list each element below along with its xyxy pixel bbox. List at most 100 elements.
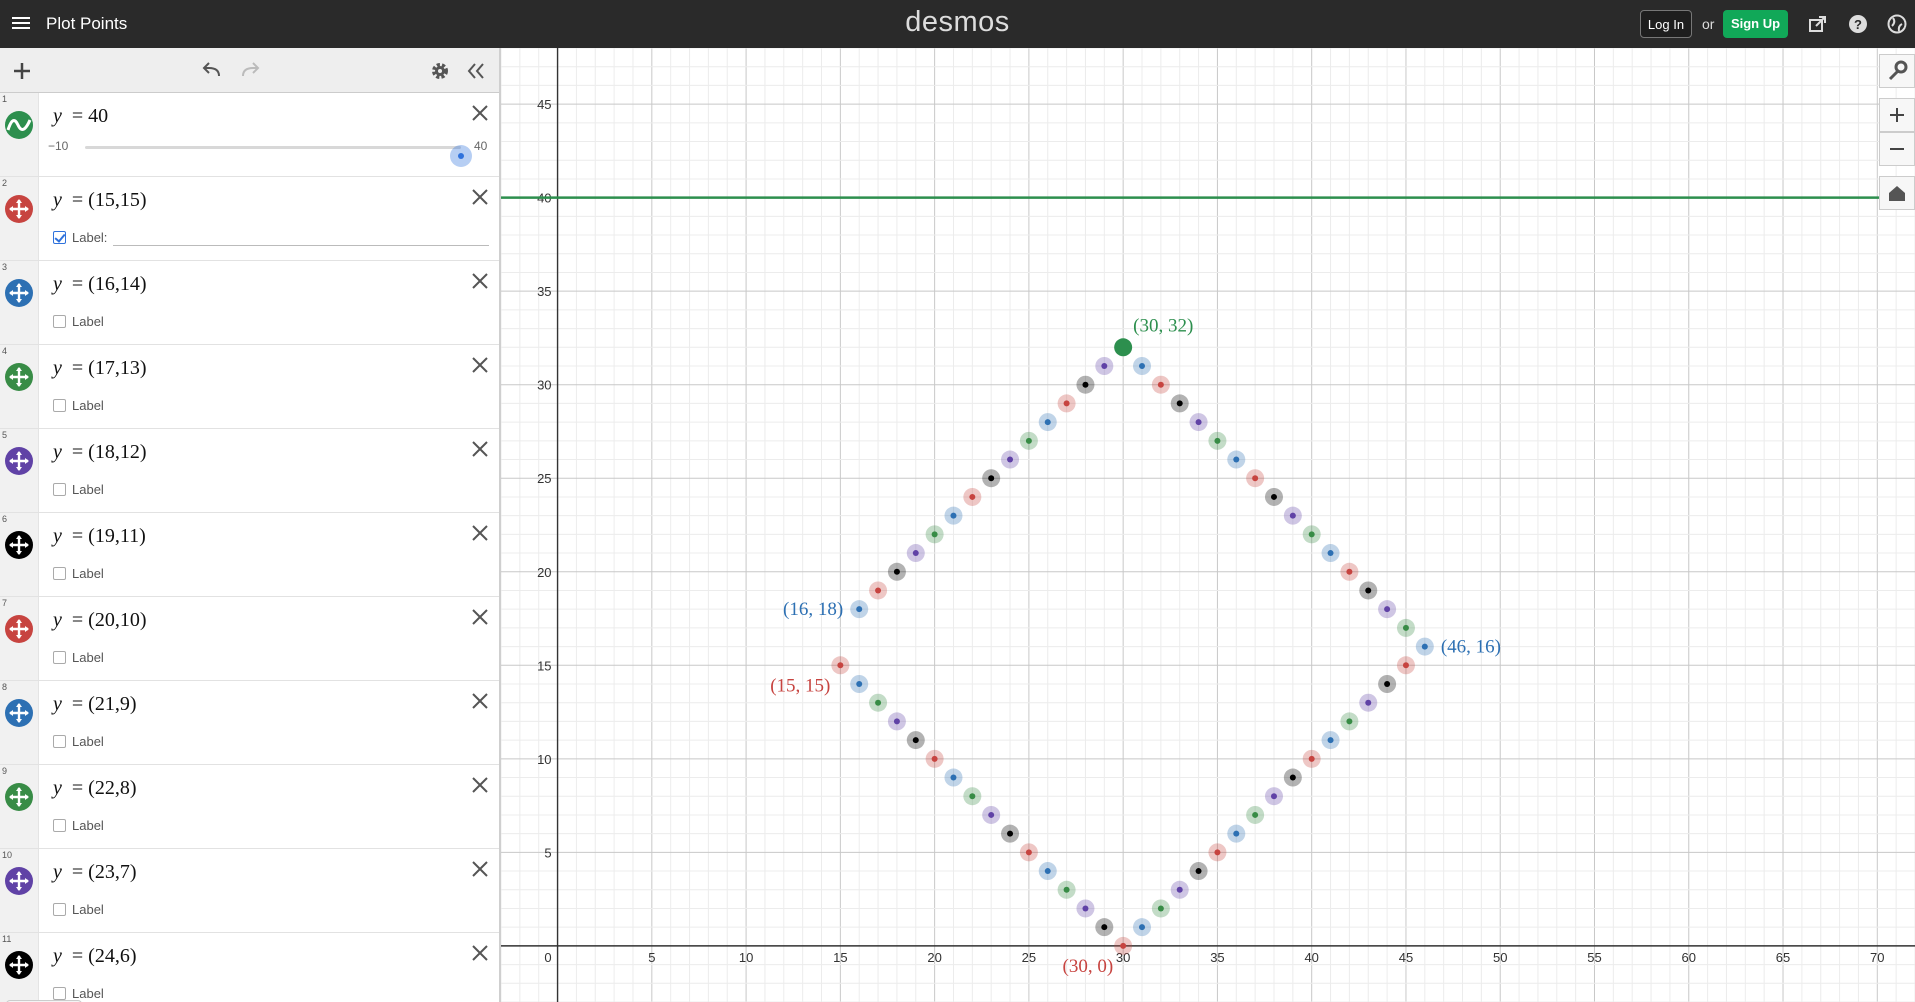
delete-expression-icon[interactable] bbox=[470, 355, 490, 375]
expression-row[interactable]: 6 y = (19,11) Label bbox=[0, 513, 499, 597]
label-toggle[interactable]: Label bbox=[53, 816, 104, 834]
expression-input[interactable]: y = (16,14) bbox=[53, 273, 147, 296]
point-visibility-icon[interactable] bbox=[4, 530, 34, 560]
label-checkbox[interactable] bbox=[53, 314, 66, 328]
delete-expression-icon[interactable] bbox=[470, 439, 490, 459]
label-checkbox[interactable] bbox=[53, 734, 66, 748]
expression-number: 9 bbox=[2, 766, 8, 776]
signup-button[interactable]: Sign Up bbox=[1723, 10, 1788, 38]
settings-gear-icon[interactable] bbox=[427, 58, 453, 84]
graph-settings-wrench-icon[interactable] bbox=[1879, 54, 1915, 88]
add-item-icon[interactable] bbox=[9, 58, 35, 84]
expression-input[interactable]: y = (21,9) bbox=[53, 693, 137, 716]
expression-input[interactable]: y = (19,11) bbox=[53, 525, 146, 548]
expression-row[interactable]: 5 y = (18,12) Label bbox=[0, 429, 499, 513]
expression-row[interactable]: 10 y = (23,7) Label bbox=[0, 849, 499, 933]
delete-expression-icon[interactable] bbox=[470, 103, 490, 123]
label-toggle[interactable]: Label bbox=[53, 564, 104, 582]
delete-expression-icon[interactable] bbox=[470, 691, 490, 711]
expression-row[interactable]: 9 y = (22,8) Label bbox=[0, 765, 499, 849]
point bbox=[1139, 363, 1146, 369]
graph-canvas[interactable]: 5 10 15 20 25 30 35 40 45 50 55 60 65 705101520253035… bbox=[501, 48, 1915, 1002]
delete-expression-icon[interactable] bbox=[470, 943, 490, 963]
x-tick-label: 25 bbox=[1022, 950, 1036, 965]
expression-row[interactable]: 7 y = (20,10) Label bbox=[0, 597, 499, 681]
delete-expression-icon[interactable] bbox=[470, 859, 490, 879]
redo-icon[interactable] bbox=[237, 58, 263, 84]
label-toggle[interactable]: Label bbox=[53, 396, 104, 414]
point bbox=[1176, 400, 1183, 407]
label-checkbox[interactable] bbox=[53, 482, 66, 496]
label-checkbox[interactable] bbox=[53, 398, 66, 412]
globe-icon[interactable] bbox=[1887, 14, 1907, 34]
label-toggle[interactable]: Label bbox=[53, 732, 104, 750]
expression-row[interactable]: 2 y = (15,15) Label: bbox=[0, 177, 499, 261]
point bbox=[950, 774, 957, 781]
delete-expression-icon[interactable] bbox=[470, 775, 490, 795]
expression-input[interactable]: y = (17,13) bbox=[53, 357, 147, 380]
point-visibility-icon[interactable] bbox=[4, 950, 34, 980]
point-visibility-icon[interactable] bbox=[4, 362, 34, 392]
collapse-panel-icon[interactable] bbox=[463, 58, 489, 84]
label-toggle[interactable]: Label bbox=[53, 648, 104, 666]
point-visibility-icon[interactable] bbox=[4, 446, 34, 476]
label-toggle[interactable]: Label bbox=[53, 900, 104, 918]
expression-row[interactable]: 11 y = (24,6) Label bbox=[0, 933, 499, 1002]
expression-row[interactable]: 8 y = (21,9) Label bbox=[0, 681, 499, 765]
expression-input[interactable]: y = (20,10) bbox=[53, 609, 147, 632]
label-toggle[interactable]: Label bbox=[53, 480, 104, 498]
expression-input[interactable]: y = (15,15) bbox=[53, 189, 147, 212]
label-checkbox[interactable] bbox=[53, 818, 66, 832]
expression-input[interactable]: y = (18,12) bbox=[53, 441, 147, 464]
expression-gutter: 8 bbox=[0, 681, 39, 764]
point bbox=[1025, 437, 1032, 444]
delete-expression-icon[interactable] bbox=[470, 607, 490, 627]
label-checkbox[interactable] bbox=[53, 650, 66, 664]
label-text-field[interactable] bbox=[113, 229, 490, 246]
expression-input[interactable]: y = 40 bbox=[53, 105, 108, 128]
point bbox=[1063, 886, 1070, 893]
point-visibility-icon[interactable] bbox=[4, 614, 34, 644]
point-visibility-icon[interactable] bbox=[4, 866, 34, 896]
undo-icon[interactable] bbox=[199, 58, 225, 84]
expression-input[interactable]: y = (24,6) bbox=[53, 945, 137, 968]
y-tick-label: 10 bbox=[537, 752, 551, 767]
slider-handle[interactable] bbox=[450, 145, 472, 167]
hamburger-menu-icon[interactable] bbox=[12, 14, 30, 32]
graph-title[interactable]: Plot Points bbox=[46, 14, 127, 34]
point bbox=[1346, 718, 1353, 725]
label-checkbox[interactable] bbox=[53, 986, 66, 1000]
expression-row[interactable]: 4 y = (17,13) Label bbox=[0, 345, 499, 429]
point-visibility-icon[interactable] bbox=[4, 194, 34, 224]
share-icon[interactable] bbox=[1808, 14, 1828, 34]
label-toggle[interactable]: Label bbox=[53, 312, 104, 330]
zoom-in-icon[interactable] bbox=[1879, 98, 1915, 132]
expression-input[interactable]: y = (23,7) bbox=[53, 861, 137, 884]
label-checkbox[interactable] bbox=[53, 566, 66, 580]
expression-row[interactable]: 1 y = 40 −10 40 bbox=[0, 93, 499, 177]
point-visibility-icon[interactable] bbox=[4, 782, 34, 812]
label-text: Label bbox=[72, 565, 104, 581]
label-checkbox[interactable] bbox=[53, 230, 66, 244]
delete-expression-icon[interactable] bbox=[470, 271, 490, 291]
label-checkbox[interactable] bbox=[53, 902, 66, 916]
point-visibility-icon[interactable] bbox=[4, 278, 34, 308]
slider-track[interactable] bbox=[85, 145, 472, 167]
x-tick-label: 35 bbox=[1210, 950, 1224, 965]
expression-input[interactable]: y = (22,8) bbox=[53, 777, 137, 800]
delete-expression-icon[interactable] bbox=[470, 187, 490, 207]
graph-visibility-icon[interactable] bbox=[4, 110, 34, 140]
expression-gutter: 4 bbox=[0, 345, 39, 428]
slider-max-label[interactable]: 40 bbox=[474, 139, 487, 153]
delete-expression-icon[interactable] bbox=[470, 523, 490, 543]
point bbox=[1289, 512, 1296, 519]
point-visibility-icon[interactable] bbox=[4, 698, 34, 728]
slider-min-label[interactable]: −10 bbox=[48, 139, 68, 153]
help-icon[interactable]: ? bbox=[1848, 14, 1868, 34]
expression-row[interactable]: 3 y = (16,14) Label bbox=[0, 261, 499, 345]
label-toggle[interactable]: Label: bbox=[53, 228, 490, 246]
default-viewport-home-icon[interactable] bbox=[1879, 176, 1915, 210]
zoom-out-icon[interactable] bbox=[1879, 132, 1915, 166]
login-button[interactable]: Log In bbox=[1640, 10, 1692, 38]
slider-row: −10 40 bbox=[48, 137, 488, 167]
